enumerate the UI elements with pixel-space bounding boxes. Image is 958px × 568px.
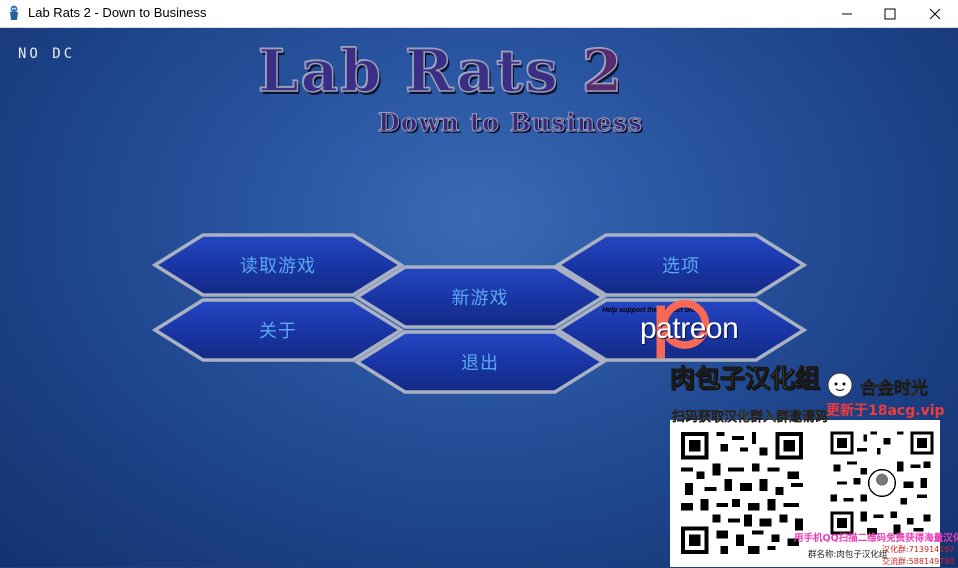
close-button[interactable] xyxy=(912,0,958,27)
promo-scan-text: 扫码获取汉化群入群邀请码 xyxy=(672,410,829,425)
debug-indicator: NO DC xyxy=(18,46,76,62)
logo-title-number: 2 xyxy=(581,37,625,105)
options-label: 选项 xyxy=(662,256,700,277)
app-icon xyxy=(10,5,18,20)
quit-button[interactable]: 退出 xyxy=(353,330,607,394)
promo-group-name: 群名称:肉包子汉化组 xyxy=(808,550,888,560)
promo-qq-hint: 用手机QQ扫描二维码免费获得海量汉化游戏 xyxy=(794,533,958,544)
close-icon xyxy=(929,8,941,19)
logo-title-text: Lab Rats xyxy=(257,37,582,105)
maximize-button[interactable] xyxy=(867,0,913,27)
game-logo-subtitle: Down to Business xyxy=(378,108,643,137)
group-no: 713914197 xyxy=(908,545,955,554)
group-no-label: 汉化群: xyxy=(882,545,909,554)
options-button[interactable]: 选项 xyxy=(554,233,808,297)
window-titlebar: Lab Rats 2 - Down to Business xyxy=(0,0,958,28)
promo-partner: 合金时光 xyxy=(860,379,929,400)
patreon-wordmark: patreon xyxy=(640,312,739,345)
promo-title: 肉包子汉化组 xyxy=(669,364,821,393)
game-logo-title: Lab Rats 2 xyxy=(257,41,624,101)
chat-no: 588149790 xyxy=(908,557,955,566)
promo-update-text: 更新于18acg.vip xyxy=(826,403,945,419)
minimize-icon xyxy=(842,13,852,14)
chat-no-label: 交流群: xyxy=(882,557,909,566)
mascot-icon xyxy=(827,372,853,398)
window-title: Lab Rats 2 - Down to Business xyxy=(28,5,207,20)
promo-group-numbers: 汉化群:713914197 交流群:588149790 xyxy=(882,544,955,568)
maximize-icon xyxy=(884,8,896,19)
qr-code-icon xyxy=(677,428,807,558)
translation-group-promo: 肉包子汉化组 合金时光 扫码获取汉化群入群邀请码 更新于18acg.vip 用手… xyxy=(668,364,958,567)
quit-label: 退出 xyxy=(461,353,499,374)
minimize-button[interactable] xyxy=(824,0,870,27)
qr-code-icon xyxy=(827,428,937,538)
